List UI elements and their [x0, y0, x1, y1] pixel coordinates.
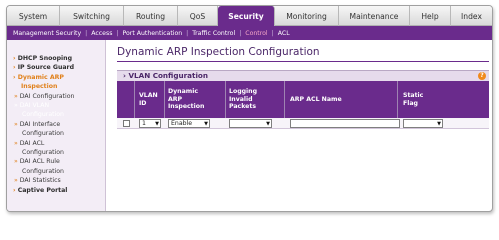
subnav-management-security[interactable]: Management Security [13, 30, 81, 37]
sidebar-item-ip-source-guard[interactable]: › IP Source Guard [7, 63, 105, 72]
sidebar-subitem-dai-configuration[interactable]: » DAI Configuration [7, 92, 105, 101]
column-header-static-flag: Static Flag [403, 81, 463, 118]
sidebar-item-dhcp-snooping[interactable]: › DHCP Snooping [7, 54, 105, 63]
bullet-icon: » [14, 158, 18, 166]
dropdown-arrow-icon: ▼ [204, 121, 208, 127]
help-icon[interactable]: ? [478, 72, 486, 80]
sidebar-item-captive-portal[interactable]: › Captive Portal [7, 186, 105, 195]
subnav-acl[interactable]: ACL [278, 30, 290, 37]
sidebar-subitem-label: DAI Configuration [19, 92, 75, 100]
sidebar: › DHCP Snooping › IP Source Guard › Dyna… [7, 40, 106, 211]
tab-routing[interactable]: Routing [124, 6, 178, 26]
bullet-icon: » [14, 102, 18, 110]
sidebar-subitem-label: DAI Interface [19, 120, 61, 128]
sidebar-item-label: DHCP Snooping [17, 55, 73, 62]
dropdown-arrow-icon: ▼ [266, 121, 270, 127]
logging-select[interactable]: ▼ [229, 119, 272, 128]
panel-title-text: VLAN Configuration [128, 71, 208, 80]
sidebar-item-label: Captive Portal [17, 186, 68, 194]
dropdown-arrow-icon: ▼ [155, 121, 159, 127]
sidebar-item-dai[interactable]: › Dynamic ARP [7, 73, 105, 82]
sidebar-item-dai-cont: Inspection [21, 83, 58, 91]
column-header-line: ARP [168, 95, 183, 103]
app-frame: System Switching Routing QoS Security Mo… [6, 5, 493, 212]
tab-qos[interactable]: QoS [178, 6, 218, 26]
main-tab-bar: System Switching Routing QoS Security Mo… [7, 6, 492, 26]
sidebar-subitem-dai-acl-rule-cont: Configuration [22, 167, 64, 175]
tab-help[interactable]: Help [410, 6, 451, 26]
subnav-control[interactable]: Control [245, 30, 267, 37]
sidebar-item-label: IP Source Guard [17, 64, 75, 72]
sidebar-subitem-dai-interface[interactable]: » DAI Interface [7, 120, 105, 129]
column-header-line: VLAN [139, 91, 158, 99]
subnav-separator: | [271, 29, 274, 37]
title-divider [117, 61, 489, 62]
acl-name-input[interactable] [290, 119, 400, 128]
sidebar-subitem-label: DAI ACL Rule [19, 158, 60, 166]
column-header-line: Packets [229, 103, 256, 111]
sidebar-subitem-dai-vlan[interactable]: » DAI VLAN [7, 101, 105, 110]
subnav-separator: | [116, 29, 119, 37]
column-header-vlan-id: VLAN ID [139, 81, 161, 118]
sidebar-subitem-dai-vlan-cont: Configuration [22, 111, 64, 119]
bullet-icon: › [13, 64, 16, 72]
tab-switching[interactable]: Switching [60, 6, 124, 26]
bullet-icon: › [13, 73, 16, 81]
sidebar-subitem-dai-acl-cont: Configuration [22, 149, 64, 157]
subnav-access[interactable]: Access [91, 30, 112, 37]
bullet-icon: » [14, 139, 18, 147]
column-header-line: Static [403, 91, 424, 99]
dropdown-arrow-icon: ▼ [437, 121, 441, 127]
column-header-logging: Logging Invalid Packets [229, 81, 279, 118]
tab-monitoring[interactable]: Monitoring [275, 6, 339, 26]
subnav-separator: | [239, 29, 242, 37]
sidebar-subitem-label: DAI Statistics [19, 177, 61, 185]
select-value: 1 [142, 120, 146, 127]
column-header-line: Flag [403, 99, 418, 107]
tab-system[interactable]: System [7, 6, 60, 26]
sidebar-subitem-label: DAI VLAN [19, 102, 50, 110]
column-header-line: ID [139, 99, 147, 107]
subnav-separator: | [85, 29, 88, 37]
vlan-id-select[interactable]: 1 ▼ [139, 119, 161, 128]
panel-title: › VLAN Configuration [123, 71, 208, 80]
sidebar-subitem-dai-statistics[interactable]: » DAI Statistics [7, 176, 105, 185]
column-header-line: Inspection [168, 103, 205, 111]
table-header: VLAN ID Dynamic ARP Inspection Logging I… [117, 81, 489, 118]
column-header-line: Logging [229, 88, 258, 96]
tab-security[interactable]: Security [218, 6, 275, 26]
subnav-separator: | [186, 29, 189, 37]
row-checkbox[interactable] [123, 120, 130, 127]
bullet-icon: › [13, 55, 16, 62]
security-subnav: Management Security | Access | Port Auth… [7, 26, 492, 40]
collapse-icon[interactable]: › [123, 71, 126, 80]
column-header-line: Dynamic [168, 88, 198, 96]
bullet-icon: » [14, 92, 18, 100]
bullet-icon: » [14, 177, 18, 185]
tab-index[interactable]: Index [451, 6, 492, 26]
bullet-icon: › [13, 186, 16, 194]
column-header-acl-name: ARP ACL Name [290, 81, 390, 118]
dai-select[interactable]: Enable ▼ [168, 119, 210, 128]
tab-maintenance[interactable]: Maintenance [339, 6, 410, 26]
column-header-line: Invalid [229, 95, 253, 103]
subnav-traffic-control[interactable]: Traffic Control [192, 30, 235, 37]
sidebar-subitem-dai-acl[interactable]: » DAI ACL [7, 139, 105, 148]
sidebar-item-label: Dynamic ARP [17, 73, 64, 81]
page-title: Dynamic ARP Inspection Configuration [117, 46, 320, 58]
sidebar-subitem-label: DAI ACL [19, 139, 45, 147]
sidebar-subitem-dai-interface-cont: Configuration [22, 130, 64, 138]
table-row: 1 ▼ Enable ▼ ▼ ▼ [117, 118, 489, 129]
static-flag-select[interactable]: ▼ [403, 119, 443, 128]
column-header-dai: Dynamic ARP Inspection [168, 81, 224, 118]
sidebar-subitem-dai-acl-rule[interactable]: » DAI ACL Rule [7, 157, 105, 166]
panel-header: › VLAN Configuration ? [117, 70, 489, 81]
column-header-line: ARP ACL Name [290, 95, 342, 103]
select-value: Enable [171, 120, 193, 127]
bullet-icon: » [14, 120, 18, 128]
subnav-port-authentication[interactable]: Port Authentication [123, 30, 183, 37]
